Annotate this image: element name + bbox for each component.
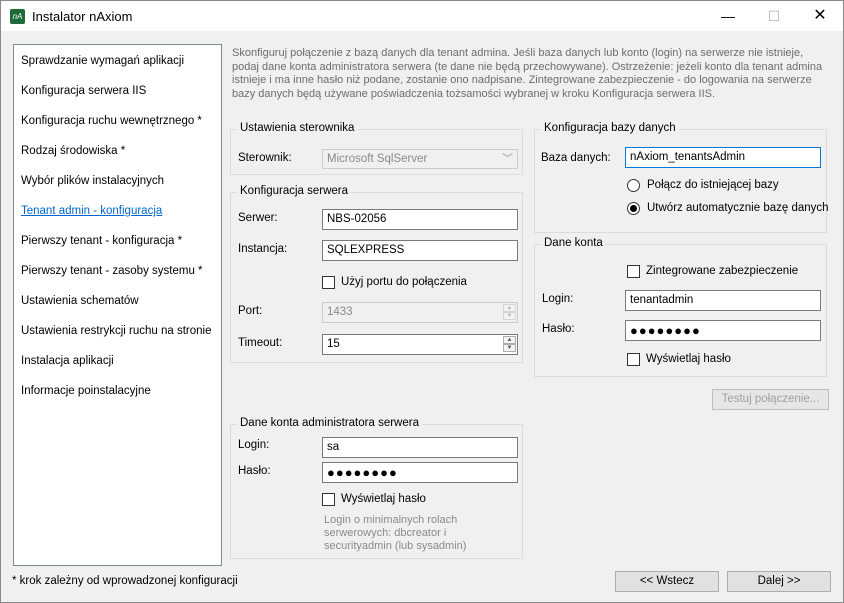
instance-label: Instancja: (238, 243, 288, 255)
instance-input[interactable]: SQLEXPRESS (322, 240, 518, 261)
footnote: * krok zależny od wprowadzonej konfigura… (12, 575, 238, 587)
port-value: 1433 (327, 306, 353, 318)
step-install-files: Wybór plików instalacyjnych (21, 175, 165, 187)
back-button[interactable]: << Wstecz (615, 571, 719, 592)
create-auto-label: Utwórz automatycznie bazę danych (647, 202, 829, 214)
admin-password-label: Hasło: (238, 465, 271, 477)
connect-existing-radio[interactable] (627, 179, 640, 192)
step-requirements: Sprawdzanie wymagań aplikacji (21, 55, 184, 67)
server-label: Serwer: (238, 212, 278, 224)
account-login-input[interactable]: tenantadmin (625, 290, 821, 311)
use-port-checkbox[interactable] (322, 276, 335, 289)
step-post-install-info: Informacje poinstalacyjne (21, 385, 151, 397)
server-input[interactable]: NBS-02056 (322, 209, 518, 230)
step-environment-type: Rodzaj środowiska * (21, 145, 126, 157)
account-password-label: Hasło: (542, 323, 575, 335)
admin-hint-text: Login o minimalnych rolach serwerowych: … (324, 514, 467, 552)
account-login-label: Login: (542, 293, 574, 305)
spin-down-icon: ▼ (503, 312, 516, 320)
server-config-title: Konfiguracja serwera (237, 185, 352, 197)
step-schema-settings: Ustawienia schematów (21, 295, 139, 307)
step-traffic-restrictions: Ustawienia restrykcji ruchu na stronie (21, 325, 212, 337)
timeout-value: 15 (327, 338, 340, 350)
db-config-title: Konfiguracja bazy danych (541, 122, 679, 134)
steps-list: Sprawdzanie wymagań aplikacji Konfigurac… (13, 44, 222, 566)
step-iis-config: Konfiguracja serwera IIS (21, 85, 147, 97)
minimize-icon[interactable]: — (705, 1, 751, 31)
installer-window: nA Instalator nAxiom — ☐ ✕ Sprawdzanie w… (0, 0, 844, 603)
admin-login-input[interactable]: sa (322, 437, 518, 458)
step-internal-traffic: Konfiguracja ruchu wewnętrznego * (21, 115, 202, 127)
admin-show-password-checkbox[interactable] (322, 493, 335, 506)
admin-login-label: Login: (238, 439, 270, 451)
db-name-input[interactable]: nAxiom_tenantsAdmin (625, 147, 821, 168)
spin-up-icon[interactable]: ▲ (503, 336, 516, 344)
spin-down-icon[interactable]: ▼ (503, 344, 516, 352)
step-app-install: Instalacja aplikacji (21, 355, 114, 367)
db-name-label: Baza danych: (541, 152, 611, 164)
driver-select: Microsoft SqlServer ﹀ (322, 149, 518, 169)
timeout-stepper[interactable]: 15 ▲ ▼ (322, 334, 518, 355)
next-button[interactable]: Dalej >> (727, 571, 831, 592)
admin-show-password-label: Wyświetlaj hasło (341, 493, 426, 505)
driver-label: Sterownik: (238, 152, 292, 164)
title-bar: nA Instalator nAxiom — ☐ ✕ (1, 1, 843, 31)
timeout-label: Timeout: (238, 337, 283, 349)
server-admin-title: Dane konta administratora serwera (237, 417, 422, 429)
driver-settings-title: Ustawienia sterownika (237, 122, 358, 134)
account-show-password-label: Wyświetlaj hasło (646, 353, 731, 365)
timeout-spin-buttons[interactable]: ▲ ▼ (503, 336, 516, 353)
spin-up-icon: ▲ (503, 304, 516, 312)
use-port-label: Użyj portu do połączenia (341, 276, 467, 288)
connect-existing-label: Połącz do istniejącej bazy (647, 179, 779, 191)
window-title: Instalator nAxiom (32, 9, 133, 24)
app-icon: nA (10, 9, 25, 24)
account-show-password-checkbox[interactable] (627, 353, 640, 366)
create-auto-radio[interactable] (627, 202, 640, 215)
maximize-icon[interactable]: ☐ (751, 1, 797, 31)
driver-select-value: Microsoft SqlServer (327, 153, 428, 165)
test-connection-button: Testuj połączenie... (712, 389, 829, 410)
step-first-tenant-config: Pierwszy tenant - konfiguracja * (21, 235, 183, 247)
account-title: Dane konta (541, 237, 606, 249)
integrated-security-label: Zintegrowane zabezpieczenie (646, 265, 799, 277)
description-text: Skonfiguruj połączenie z bazą danych dla… (232, 47, 823, 100)
step-tenant-admin[interactable]: Tenant admin - konfiguracja (21, 205, 162, 217)
close-icon[interactable]: ✕ (797, 1, 843, 31)
port-stepper: 1433 ▲ ▼ (322, 302, 518, 323)
port-label: Port: (238, 305, 263, 317)
port-spin-buttons: ▲ ▼ (503, 304, 516, 321)
admin-password-input[interactable]: ●●●●●●●● (322, 462, 518, 483)
account-password-input[interactable]: ●●●●●●●● (625, 320, 821, 341)
integrated-security-checkbox[interactable] (627, 265, 640, 278)
chevron-down-icon: ﹀ (502, 153, 513, 165)
step-first-tenant-resources: Pierwszy tenant - zasoby systemu * (21, 265, 203, 277)
